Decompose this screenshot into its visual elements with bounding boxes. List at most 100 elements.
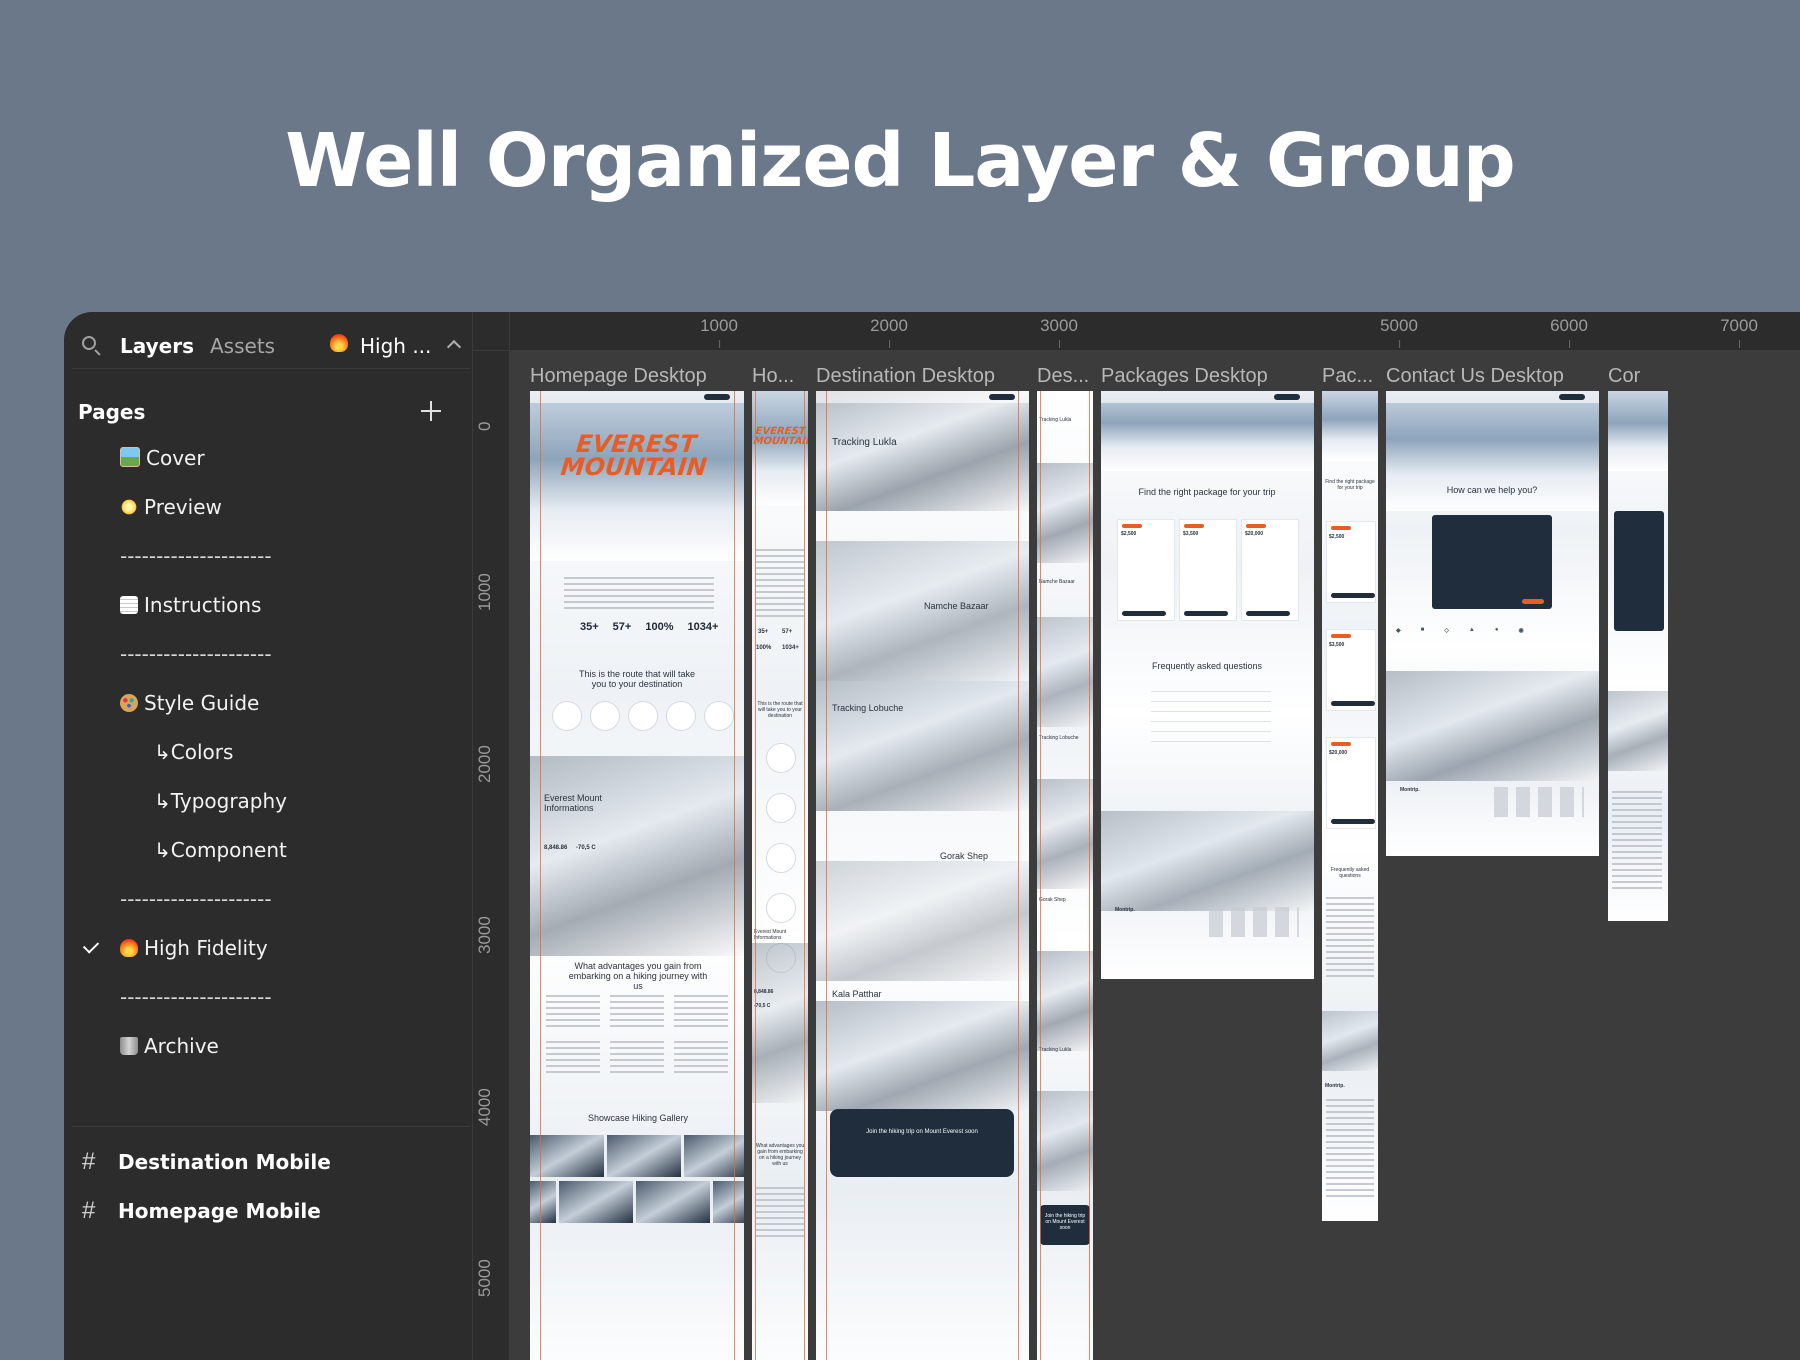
frame-label[interactable]: Pac...	[1322, 365, 1373, 388]
design-canvas[interactable]: Homepage Desktop Ho... Destination Deskt…	[510, 351, 1800, 1360]
submit-button[interactable]	[1522, 599, 1544, 604]
page-item-label: Style Guide	[144, 691, 260, 715]
cta-heading: Join the hiking trip on Mount Everest so…	[1044, 1213, 1086, 1231]
frame-label[interactable]: Homepage Desktop	[530, 365, 707, 388]
frame-label[interactable]: Cor	[1608, 365, 1640, 388]
add-page-icon[interactable]	[420, 400, 442, 422]
panel-tab-bar: Layers Assets High ...	[72, 322, 470, 369]
footer-brand: Montrip.	[1115, 907, 1135, 913]
frame-hash-icon: #	[82, 1197, 96, 1224]
frame-label[interactable]: Ho...	[752, 365, 794, 388]
page-item-colors[interactable]: ↳Colors	[154, 740, 233, 764]
page-item-typography[interactable]: ↳Typography	[154, 789, 287, 813]
layout-guide	[540, 391, 541, 1360]
route-circle	[766, 893, 796, 923]
partner-logo: ■	[1420, 627, 1425, 633]
route-circle	[766, 743, 796, 773]
frame-label[interactable]: Contact Us Desktop	[1386, 365, 1564, 388]
page-item-label: Archive	[144, 1034, 219, 1058]
frame-homepage-mobile[interactable]: EVEREST MOUNTAIN 35+ 57+ 100% 1034+ This…	[752, 391, 808, 1360]
section-heading: Everest Mount Informations	[544, 793, 603, 813]
contact-form-card[interactable]	[1614, 511, 1664, 631]
frame-packages-mobile[interactable]: Find the right package for your trip $2,…	[1322, 391, 1378, 1221]
gallery-photo	[713, 1181, 744, 1223]
frame-homepage-desktop[interactable]: EVEREST MOUNTAIN 35+ 57+ 100% 1034+ This…	[530, 391, 744, 1360]
frame-contact-desktop[interactable]: How can we help you? ◆ ■ ◇ ▲ ● ◉ Montrip.	[1386, 391, 1599, 856]
page-item-cover[interactable]: Cover	[120, 446, 205, 470]
feature-text	[674, 1041, 728, 1075]
search-icon[interactable]	[82, 336, 96, 350]
nav-bar	[1101, 391, 1314, 403]
pages-layers-divider	[72, 1126, 470, 1127]
page-item-high-fidelity[interactable]: High Fidelity	[120, 936, 268, 960]
page-divider[interactable]: ---------------------	[120, 544, 272, 568]
feature-text	[756, 1187, 804, 1237]
gallery-row	[530, 1181, 744, 1223]
section-heading: Everest Mount Informations	[754, 929, 787, 941]
frame-packages-desktop[interactable]: Find the right package for your trip $2,…	[1101, 391, 1314, 979]
page-item-label: Preview	[144, 495, 222, 519]
feature-text	[610, 995, 664, 1029]
price-value: $3,500	[1329, 642, 1345, 648]
section-heading: This is the route that will take you to …	[578, 669, 696, 689]
tab-assets[interactable]: Assets	[210, 334, 275, 358]
frame-label[interactable]: Des...	[1037, 365, 1089, 388]
tab-layers[interactable]: Layers	[120, 334, 194, 358]
mountain-image	[816, 681, 1029, 811]
gallery-photo	[530, 1181, 556, 1223]
route-circles	[552, 701, 734, 731]
mountain-image	[816, 1001, 1029, 1111]
footer-brand: Montrip.	[1325, 1083, 1345, 1089]
layer-destination-mobile[interactable]: Destination Mobile	[118, 1150, 331, 1174]
frame-destination-mobile[interactable]: Tracking Lukla Namche Bazaar Tracking Lo…	[1037, 391, 1093, 1360]
page-item-preview[interactable]: Preview	[120, 495, 222, 519]
partner-logo: ◉	[1518, 628, 1524, 634]
ruler-tick: 7000	[1720, 316, 1758, 348]
route-circle	[766, 843, 796, 873]
ruler-tick: 5000	[1380, 316, 1418, 348]
feature-text	[610, 1041, 664, 1075]
page-item-instructions[interactable]: Instructions	[120, 593, 261, 617]
section-heading: What advantages you gain from embarking …	[755, 1143, 805, 1167]
intro-paragraph	[564, 577, 714, 611]
price-value: $2,500	[1121, 531, 1137, 537]
page-item-archive[interactable]: Archive	[120, 1034, 219, 1058]
feature-text	[674, 995, 728, 1029]
mountain-image	[1322, 1011, 1378, 1071]
footer-links	[1209, 907, 1299, 937]
route-circle	[704, 701, 734, 731]
contact-form-card[interactable]	[1432, 515, 1552, 609]
destination-stop-title: Tracking Lobuche	[1039, 735, 1079, 741]
route-circle	[766, 793, 796, 823]
page-divider[interactable]: ---------------------	[120, 887, 272, 911]
current-page-switcher[interactable]: High ...	[330, 334, 462, 358]
cta-heading: Join the hiking trip on Mount Everest so…	[866, 1129, 978, 1135]
pages-header: Pages	[78, 400, 146, 424]
temperature-value: -70,5 C	[754, 1003, 771, 1009]
gallery-photo	[559, 1181, 633, 1223]
page-divider[interactable]: ---------------------	[120, 985, 272, 1009]
ruler-tick: 2000	[870, 316, 908, 348]
ruler-tick: 0	[475, 421, 494, 431]
frame-contact-mobile[interactable]	[1608, 391, 1668, 921]
hero-image	[1322, 391, 1378, 461]
layer-homepage-mobile[interactable]: Homepage Mobile	[118, 1199, 321, 1223]
temperature-value: -70,5 C	[576, 845, 596, 851]
mountain-image	[1037, 463, 1093, 563]
route-circle	[552, 701, 582, 731]
section-heading: This is the route that will take you to …	[757, 701, 803, 719]
price-value: $20,000	[1245, 531, 1264, 537]
frame-destination-desktop[interactable]: Tracking Lukla Namche Bazaar Tracking Lo…	[816, 391, 1029, 1360]
route-circle	[666, 701, 696, 731]
frame-label[interactable]: Destination Desktop	[816, 365, 995, 388]
fire-icon	[330, 334, 348, 352]
page-item-label: Instructions	[144, 593, 262, 617]
page-item-style-guide[interactable]: Style Guide	[120, 691, 259, 715]
intro-paragraph	[756, 549, 804, 621]
page-item-component[interactable]: ↳Component	[154, 838, 287, 862]
frame-label[interactable]: Packages Desktop	[1101, 365, 1268, 388]
stat-value: 57+	[782, 629, 793, 635]
figma-app-window: Layers Assets High ... Pages Cover Previ…	[64, 312, 1800, 1360]
page-divider[interactable]: ---------------------	[120, 642, 272, 666]
footer-links	[1612, 791, 1662, 891]
